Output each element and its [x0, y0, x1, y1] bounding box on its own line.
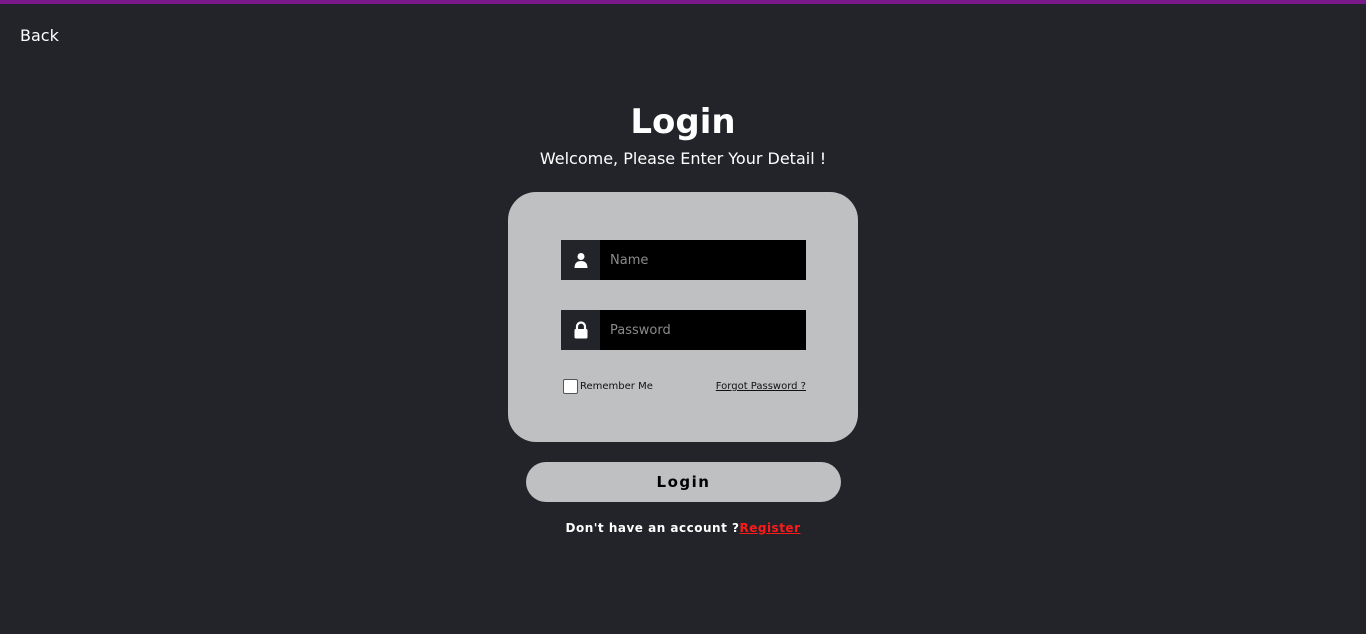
remember-me-label: Remember Me: [580, 381, 653, 392]
remember-me: Remember Me: [563, 379, 653, 394]
register-line: Don't have an account ?Register: [0, 521, 1366, 535]
register-link[interactable]: Register: [739, 521, 800, 535]
password-input[interactable]: [600, 310, 806, 350]
back-link[interactable]: Back: [20, 26, 59, 45]
name-input[interactable]: [600, 240, 806, 280]
forgot-password-link[interactable]: Forgot Password ?: [716, 381, 806, 392]
top-accent-bar: [0, 0, 1366, 4]
user-icon: [561, 240, 600, 280]
page-subtitle: Welcome, Please Enter Your Detail !: [539, 149, 827, 168]
lock-icon: [561, 310, 600, 350]
remember-me-checkbox[interactable]: [563, 379, 578, 394]
login-card: Remember Me Forgot Password ?: [508, 192, 858, 442]
login-button[interactable]: Login: [526, 462, 841, 502]
page-title: Login: [630, 102, 736, 142]
name-field-group: [561, 240, 806, 280]
register-prompt: Don't have an account ?: [565, 521, 740, 535]
password-field-group: [561, 310, 806, 350]
